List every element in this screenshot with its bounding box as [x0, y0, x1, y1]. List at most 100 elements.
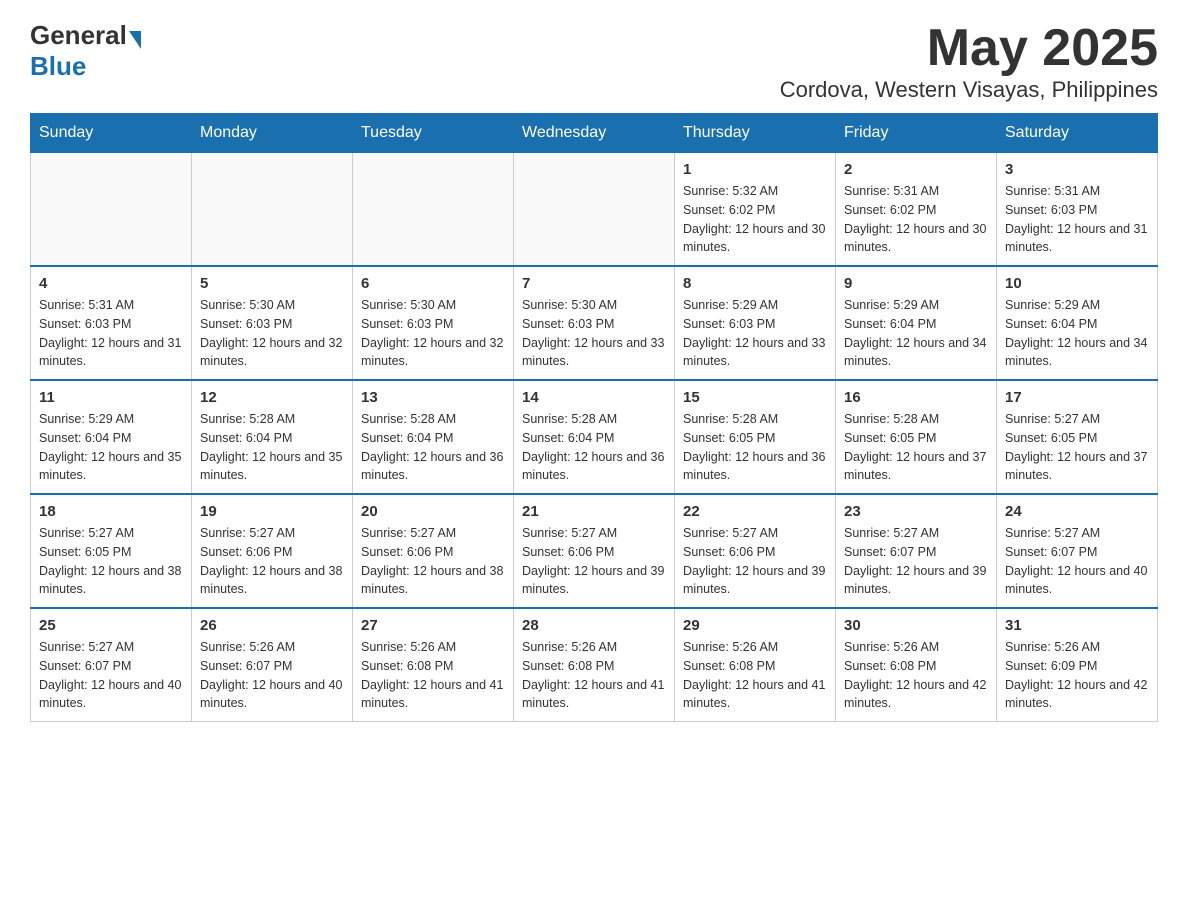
calendar-day-cell: 15Sunrise: 5:28 AMSunset: 6:05 PMDayligh… — [675, 380, 836, 494]
day-number: 9 — [844, 275, 988, 292]
calendar-day-header: Wednesday — [514, 114, 675, 153]
day-info: Sunrise: 5:27 AMSunset: 6:07 PMDaylight:… — [1005, 524, 1149, 599]
page-header: General Blue May 2025 Cordova, Western V… — [30, 20, 1158, 103]
calendar-day-header: Saturday — [997, 114, 1158, 153]
calendar-day-header: Sunday — [31, 114, 192, 153]
day-number: 20 — [361, 503, 505, 520]
day-info: Sunrise: 5:27 AMSunset: 6:06 PMDaylight:… — [361, 524, 505, 599]
day-number: 27 — [361, 617, 505, 634]
calendar-day-cell: 13 Sunrise: 5:28 AMSunset: 6:04 PMDayligh… — [353, 380, 514, 494]
calendar-day-header: Tuesday — [353, 114, 514, 153]
day-info: Sunrise: 5:26 AMSunset: 6:08 PMDaylight:… — [522, 638, 666, 713]
day-info: Sunrise: 5:31 AMSunset: 6:03 PMDaylight:… — [39, 296, 183, 371]
calendar-day-cell: 26Sunrise: 5:26 AMSunset: 6:07 PMDayligh… — [192, 608, 353, 722]
day-number: 6 — [361, 275, 505, 292]
calendar-day-cell: 6 Sunrise: 5:30 AMSunset: 6:03 PMDaylight… — [353, 266, 514, 380]
day-info: Sunrise: 5:26 AMSunset: 6:09 PMDaylight:… — [1005, 638, 1149, 713]
calendar-day-cell: 2Sunrise: 5:31 AMSunset: 6:02 PMDaylight… — [836, 153, 997, 267]
calendar-day-cell: 21 Sunrise: 5:27 AMSunset: 6:06 PMDayligh… — [514, 494, 675, 608]
calendar-day-cell: 20 Sunrise: 5:27 AMSunset: 6:06 PMDayligh… — [353, 494, 514, 608]
day-number: 8 — [683, 275, 827, 292]
logo: General Blue — [30, 20, 141, 82]
calendar-day-cell: 16Sunrise: 5:28 AMSunset: 6:05 PMDayligh… — [836, 380, 997, 494]
day-number: 14 — [522, 389, 666, 406]
calendar-day-cell: 3Sunrise: 5:31 AMSunset: 6:03 PMDaylight… — [997, 153, 1158, 267]
calendar-day-cell — [192, 153, 353, 267]
calendar-day-cell: 28 Sunrise: 5:26 AMSunset: 6:08 PMDayligh… — [514, 608, 675, 722]
calendar-day-cell — [514, 153, 675, 267]
day-info: Sunrise: 5:27 AMSunset: 6:07 PMDaylight:… — [39, 638, 183, 713]
calendar-week-row: 18 Sunrise: 5:27 AMSunset: 6:05 PMDayligh… — [31, 494, 1158, 608]
day-info: Sunrise: 5:26 AMSunset: 6:08 PMDaylight:… — [844, 638, 988, 713]
calendar-day-header: Thursday — [675, 114, 836, 153]
day-info: Sunrise: 5:26 AMSunset: 6:08 PMDaylight:… — [683, 638, 827, 713]
day-info: Sunrise: 5:29 AMSunset: 6:04 PMDaylight:… — [39, 410, 183, 485]
day-info: Sunrise: 5:28 AMSunset: 6:04 PMDaylight:… — [200, 410, 344, 485]
day-number: 15 — [683, 389, 827, 406]
logo-general-text: General — [30, 20, 127, 51]
day-info: Sunrise: 5:32 AMSunset: 6:02 PMDaylight:… — [683, 182, 827, 257]
day-info: Sunrise: 5:29 AMSunset: 6:03 PMDaylight:… — [683, 296, 827, 371]
calendar-week-row: 25 Sunrise: 5:27 AMSunset: 6:07 PMDayligh… — [31, 608, 1158, 722]
day-number: 25 — [39, 617, 183, 634]
day-info: Sunrise: 5:30 AMSunset: 6:03 PMDaylight:… — [361, 296, 505, 371]
day-number: 17 — [1005, 389, 1149, 406]
calendar-day-cell: 5Sunrise: 5:30 AMSunset: 6:03 PMDaylight… — [192, 266, 353, 380]
day-number: 31 — [1005, 617, 1149, 634]
day-info: Sunrise: 5:27 AMSunset: 6:06 PMDaylight:… — [522, 524, 666, 599]
month-year-title: May 2025 — [780, 20, 1158, 77]
day-number: 29 — [683, 617, 827, 634]
calendar-day-cell: 14 Sunrise: 5:28 AMSunset: 6:04 PMDayligh… — [514, 380, 675, 494]
day-info: Sunrise: 5:27 AMSunset: 6:05 PMDaylight:… — [39, 524, 183, 599]
day-info: Sunrise: 5:27 AMSunset: 6:05 PMDaylight:… — [1005, 410, 1149, 485]
calendar-day-cell: 27 Sunrise: 5:26 AMSunset: 6:08 PMDayligh… — [353, 608, 514, 722]
day-info: Sunrise: 5:29 AMSunset: 6:04 PMDaylight:… — [1005, 296, 1149, 371]
day-number: 28 — [522, 617, 666, 634]
logo-blue-text: Blue — [30, 51, 86, 82]
calendar-day-cell: 9 Sunrise: 5:29 AMSunset: 6:04 PMDaylight… — [836, 266, 997, 380]
calendar-day-cell: 30Sunrise: 5:26 AMSunset: 6:08 PMDayligh… — [836, 608, 997, 722]
header-right: May 2025 Cordova, Western Visayas, Phili… — [780, 20, 1158, 103]
calendar-day-cell: 19Sunrise: 5:27 AMSunset: 6:06 PMDayligh… — [192, 494, 353, 608]
calendar-day-cell: 23 Sunrise: 5:27 AMSunset: 6:07 PMDayligh… — [836, 494, 997, 608]
calendar-header-row: SundayMondayTuesdayWednesdayThursdayFrid… — [31, 114, 1158, 153]
day-info: Sunrise: 5:29 AMSunset: 6:04 PMDaylight:… — [844, 296, 988, 371]
day-number: 5 — [200, 275, 344, 292]
day-number: 21 — [522, 503, 666, 520]
day-number: 7 — [522, 275, 666, 292]
calendar-day-cell: 25 Sunrise: 5:27 AMSunset: 6:07 PMDayligh… — [31, 608, 192, 722]
calendar-day-cell: 8 Sunrise: 5:29 AMSunset: 6:03 PMDaylight… — [675, 266, 836, 380]
calendar-day-cell — [353, 153, 514, 267]
calendar-day-cell: 1 Sunrise: 5:32 AMSunset: 6:02 PMDaylight… — [675, 153, 836, 267]
calendar-day-cell: 10Sunrise: 5:29 AMSunset: 6:04 PMDayligh… — [997, 266, 1158, 380]
calendar-day-cell — [31, 153, 192, 267]
day-number: 26 — [200, 617, 344, 634]
calendar-week-row: 1 Sunrise: 5:32 AMSunset: 6:02 PMDaylight… — [31, 153, 1158, 267]
day-info: Sunrise: 5:26 AMSunset: 6:08 PMDaylight:… — [361, 638, 505, 713]
day-number: 23 — [844, 503, 988, 520]
calendar-day-cell: 31 Sunrise: 5:26 AMSunset: 6:09 PMDayligh… — [997, 608, 1158, 722]
day-info: Sunrise: 5:27 AMSunset: 6:06 PMDaylight:… — [683, 524, 827, 599]
day-number: 13 — [361, 389, 505, 406]
day-number: 22 — [683, 503, 827, 520]
calendar-table: SundayMondayTuesdayWednesdayThursdayFrid… — [30, 113, 1158, 722]
calendar-day-cell: 24 Sunrise: 5:27 AMSunset: 6:07 PMDayligh… — [997, 494, 1158, 608]
location-text: Cordova, Western Visayas, Philippines — [780, 77, 1158, 103]
calendar-day-cell: 12 Sunrise: 5:28 AMSunset: 6:04 PMDayligh… — [192, 380, 353, 494]
day-number: 12 — [200, 389, 344, 406]
calendar-day-cell: 18 Sunrise: 5:27 AMSunset: 6:05 PMDayligh… — [31, 494, 192, 608]
calendar-day-cell: 22 Sunrise: 5:27 AMSunset: 6:06 PMDayligh… — [675, 494, 836, 608]
calendar-day-cell: 11Sunrise: 5:29 AMSunset: 6:04 PMDayligh… — [31, 380, 192, 494]
day-info: Sunrise: 5:27 AMSunset: 6:07 PMDaylight:… — [844, 524, 988, 599]
day-info: Sunrise: 5:30 AMSunset: 6:03 PMDaylight:… — [522, 296, 666, 371]
calendar-week-row: 11Sunrise: 5:29 AMSunset: 6:04 PMDayligh… — [31, 380, 1158, 494]
day-number: 16 — [844, 389, 988, 406]
day-number: 18 — [39, 503, 183, 520]
day-number: 4 — [39, 275, 183, 292]
day-info: Sunrise: 5:28 AMSunset: 6:04 PMDaylight:… — [361, 410, 505, 485]
calendar-day-header: Friday — [836, 114, 997, 153]
day-info: Sunrise: 5:28 AMSunset: 6:04 PMDaylight:… — [522, 410, 666, 485]
day-number: 24 — [1005, 503, 1149, 520]
day-info: Sunrise: 5:31 AMSunset: 6:02 PMDaylight:… — [844, 182, 988, 257]
day-number: 1 — [683, 161, 827, 178]
